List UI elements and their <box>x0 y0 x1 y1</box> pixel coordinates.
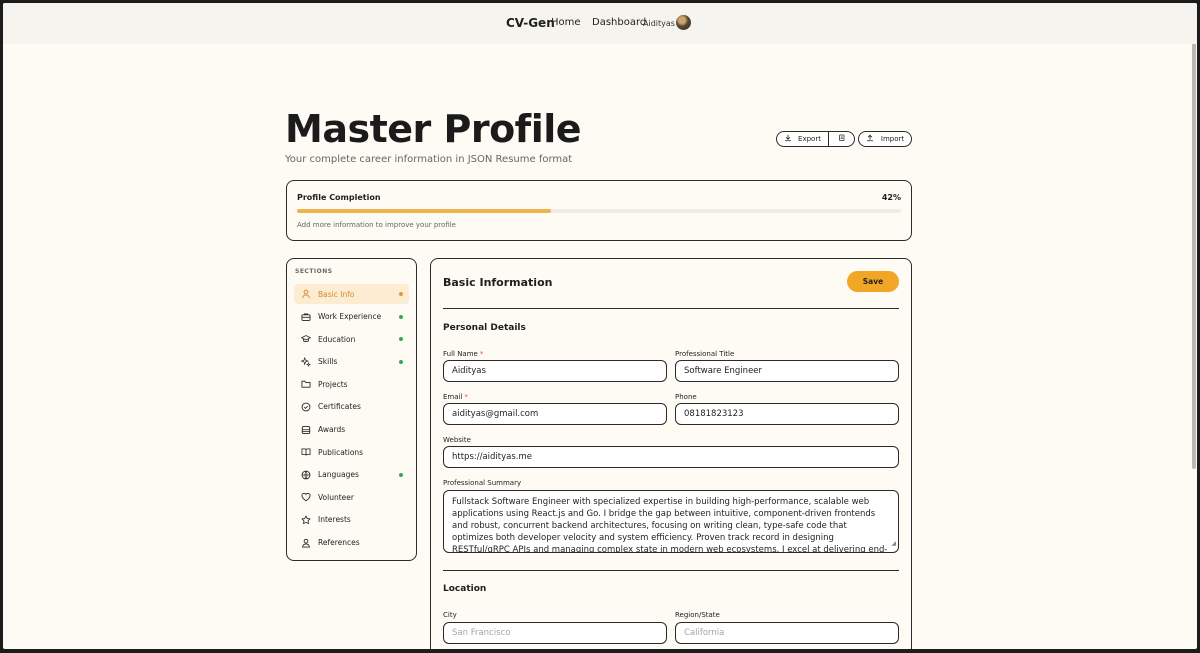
sidebar-item-skills[interactable]: Skills <box>294 352 409 372</box>
user-check-icon <box>301 538 311 548</box>
user-icon <box>301 289 311 299</box>
badge-check-icon <box>301 402 311 412</box>
summary-label: Professional Summary <box>443 479 522 487</box>
page-title: Master Profile <box>285 107 582 151</box>
upload-icon <box>866 134 874 144</box>
region-label: Region/State <box>675 611 720 619</box>
sidebar-list: Basic Info Work Experience Education Ski… <box>294 284 409 555</box>
professional-title-field[interactable]: Software Engineer <box>675 360 899 382</box>
profile-completion-card: Profile Completion 42% Add more informat… <box>286 180 912 241</box>
heart-icon <box>301 492 311 502</box>
completion-percent: 42% <box>881 193 901 202</box>
completion-hint: Add more information to improve your pro… <box>297 221 456 229</box>
export-button-group: Export <box>776 131 855 147</box>
globe-icon <box>301 470 311 480</box>
status-dot <box>399 359 403 364</box>
sparkles-icon <box>301 356 311 367</box>
form-heading: Basic Information <box>443 276 553 289</box>
status-dot <box>399 292 403 296</box>
personal-details-heading: Personal Details <box>443 323 526 333</box>
basic-info-form: Basic Information Save Personal Details … <box>430 258 912 649</box>
browser-viewport: CV-Gen Home Dashboard Aidityas Master Pr… <box>3 3 1197 649</box>
sidebar-item-work-experience[interactable]: Work Experience <box>294 307 409 327</box>
export-label: Export <box>798 135 821 143</box>
completion-label: Profile Completion <box>297 193 381 202</box>
region-field[interactable]: California <box>675 622 899 644</box>
top-navbar: CV-Gen Home Dashboard Aidityas <box>3 3 1197 44</box>
sidebar-item-basic-info[interactable]: Basic Info <box>294 284 409 304</box>
briefcase-icon <box>301 312 311 322</box>
location-heading: Location <box>443 584 487 594</box>
sidebar-item-awards[interactable]: Awards <box>294 420 409 440</box>
status-dot <box>399 472 403 477</box>
page-scrollbar[interactable] <box>1192 9 1196 469</box>
page-subtitle: Your complete career information in JSON… <box>285 154 573 165</box>
phone-label: Phone <box>675 393 697 401</box>
sidebar-item-references[interactable]: References <box>294 533 409 553</box>
sidebar-item-volunteer[interactable]: Volunteer <box>294 487 409 507</box>
sidebar-item-education[interactable]: Education <box>294 329 409 349</box>
book-open-icon <box>301 447 311 457</box>
status-dot <box>399 314 403 319</box>
folder-icon <box>301 379 311 389</box>
save-button[interactable]: Save <box>847 271 899 292</box>
sidebar-item-certificates[interactable]: Certificates <box>294 397 409 417</box>
avatar[interactable] <box>676 15 691 30</box>
phone-field[interactable]: 08181823123 <box>675 403 899 425</box>
full-name-label: Full Name * <box>443 350 484 358</box>
import-button[interactable]: Import <box>858 131 912 147</box>
award-icon <box>301 425 311 435</box>
star-icon <box>301 515 311 525</box>
full-name-field[interactable]: Aidityas <box>443 360 667 382</box>
copy-json-button[interactable] <box>829 132 854 146</box>
export-button[interactable]: Export <box>777 132 829 146</box>
copy-icon <box>838 134 846 144</box>
status-dot <box>399 337 403 342</box>
sidebar-item-languages[interactable]: Languages <box>294 465 409 485</box>
sidebar-item-label: Publications <box>318 447 364 457</box>
sidebar-item-interests[interactable]: Interests <box>294 510 409 530</box>
graduation-cap-icon <box>301 334 311 344</box>
divider <box>443 570 899 571</box>
sections-sidebar: SECTIONS Basic Info Work Experience Educ… <box>286 258 417 561</box>
sidebar-item-projects[interactable]: Projects <box>294 374 409 394</box>
import-label: Import <box>880 135 905 143</box>
sidebar-item-label: Work Experience <box>318 312 382 322</box>
city-field[interactable]: San Francisco <box>443 622 667 644</box>
sidebar-item-label: Volunteer <box>318 492 354 502</box>
professional-title-label: Professional Title <box>675 350 735 358</box>
divider <box>443 308 899 309</box>
sidebar-item-publications[interactable]: Publications <box>294 442 409 462</box>
sidebar-item-label: Basic Info <box>318 289 355 299</box>
sidebar-item-label: Awards <box>318 425 346 435</box>
completion-progress-fill <box>297 209 551 213</box>
brand-logo[interactable]: CV-Gen <box>506 16 555 30</box>
completion-progress-track <box>297 209 901 213</box>
email-label: Email * <box>443 393 468 401</box>
sidebar-item-label: Languages <box>318 470 359 480</box>
summary-text: Fullstack Software Engineer with special… <box>452 497 888 553</box>
sidebar-item-label: Education <box>318 334 356 344</box>
download-icon <box>784 134 792 144</box>
professional-summary-textarea[interactable]: Fullstack Software Engineer with special… <box>443 490 899 553</box>
sidebar-item-label: References <box>318 538 360 548</box>
nav-dashboard-link[interactable]: Dashboard <box>592 17 646 28</box>
sidebar-item-label: Interests <box>318 515 351 525</box>
sidebar-item-label: Certificates <box>318 402 361 412</box>
website-label: Website <box>443 436 471 444</box>
sidebar-title: SECTIONS <box>295 268 333 275</box>
sidebar-item-label: Skills <box>318 357 338 367</box>
user-name[interactable]: Aidityas <box>643 19 675 28</box>
website-field[interactable]: https://aidityas.me <box>443 446 899 468</box>
resize-handle-icon[interactable]: ◢ <box>891 538 896 550</box>
city-label: City <box>443 611 457 619</box>
email-field[interactable]: aidityas@gmail.com <box>443 403 667 425</box>
sidebar-item-label: Projects <box>318 379 348 389</box>
nav-home-link[interactable]: Home <box>551 17 581 28</box>
